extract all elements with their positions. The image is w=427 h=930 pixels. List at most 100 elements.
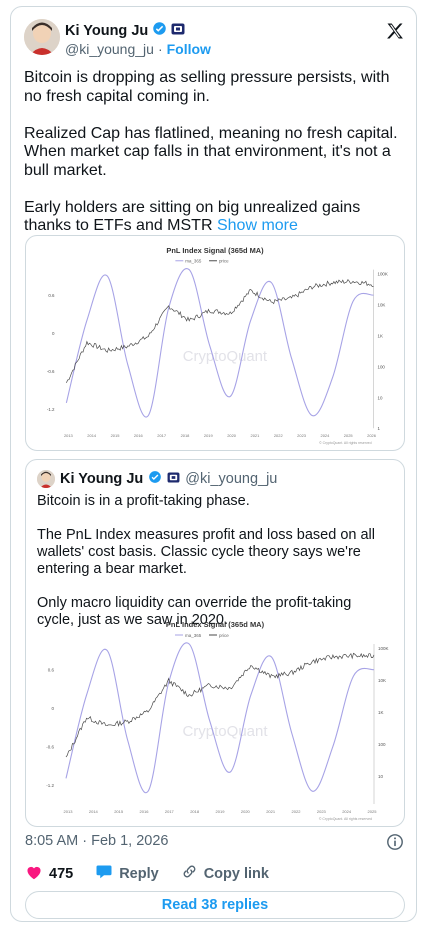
x-tick-label: 2014 [89, 809, 99, 814]
y-left-tick-label: 0 [51, 706, 54, 711]
affiliate-badge-icon [167, 471, 180, 487]
x-tick-label: 2025 [368, 809, 378, 814]
x-tick-label: 2022 [292, 809, 302, 814]
author-name-row: Ki Young Ju [65, 22, 185, 40]
y-left-tick-label: 0 [52, 331, 55, 336]
x-tick-label: 2023 [297, 433, 307, 438]
x-tick-label: 2018 [190, 809, 200, 814]
y-right-tick-label: 1 [377, 426, 380, 431]
tweet-paragraph: Bitcoin is dropping as selling pressure … [24, 69, 390, 105]
y-right-tick-label: 100 [378, 742, 386, 747]
quote-header: Ki Young Ju @ki_young_ju [37, 470, 277, 488]
y-left-tick-label: 0.6 [48, 668, 55, 673]
x-tick-label: 2024 [320, 433, 330, 438]
tweet-paragraph: Early holders are sitting on big unreali… [24, 199, 408, 236]
author-handle-row: @ki_young_ju · Follow [65, 41, 211, 57]
y-right-tick-label: 100K [378, 646, 389, 651]
tweet-card: Ki Young Ju @ki_young_ju · Follow Bitcoi… [10, 6, 417, 922]
x-tick-label: 2017 [157, 433, 166, 438]
y-right-tick-label: 10 [377, 395, 382, 400]
chart-footnote: © CryptoQuant. All rights reserved [319, 817, 372, 821]
author-name[interactable]: Ki Young Ju [65, 23, 148, 39]
pnl-chart-svg: PnL Index Signal (365d MA) ma_365 price 0.6… [47, 246, 388, 445]
y-right-tick-label: 1K [377, 333, 382, 338]
y-right-tick-label: 100K [377, 272, 387, 277]
chart-title: PnL Index Signal (365d MA) [166, 620, 265, 629]
quote-chart-image: PnL Index Signal (365d MA) ma_365 price 0.6… [26, 610, 404, 826]
tweet-paragraph: Realized Cap has flatlined, meaning no f… [24, 124, 398, 179]
x-tick-label: 2018 [181, 433, 191, 438]
avatar[interactable] [24, 19, 60, 55]
author-handle[interactable]: @ki_young_ju [65, 41, 154, 57]
x-tick-label: 2026 [367, 433, 377, 438]
y-right-tick-label: 10K [378, 678, 386, 683]
x-tick-label: 2013 [64, 809, 74, 814]
reply-bubble-icon [95, 863, 113, 884]
watermark: CryptoQuant [182, 723, 268, 740]
y-left-tick-label: -1.2 [47, 407, 55, 412]
pnl-chart-svg: PnL Index Signal (365d MA) ma_365 price 0.6… [46, 620, 389, 821]
x-tick-label: 2016 [140, 809, 150, 814]
x-tick-label: 2024 [342, 809, 352, 814]
quoted-tweet[interactable]: Ki Young Ju @ki_young_ju Bitcoin is in a… [25, 459, 405, 827]
x-tick-label: 2014 [87, 433, 97, 438]
y-right-tick-label: 100 [377, 364, 385, 369]
tweet-timestamp[interactable]: 8:05 AM · Feb 1, 2026 [25, 833, 168, 849]
x-tick-label: 2020 [227, 433, 237, 438]
quote-avatar [37, 470, 55, 488]
quote-paragraph: Bitcoin is in a profit-taking phase. [37, 493, 250, 509]
separator-dot: · [157, 41, 163, 57]
y-right-tick-label: 1K [378, 710, 384, 715]
x-tick-label: 2022 [274, 433, 283, 438]
reply-label: Reply [119, 865, 159, 882]
copy-link-label: Copy link [203, 865, 269, 882]
quote-author-handle: @ki_young_ju [185, 471, 278, 487]
x-tick-label: 2016 [134, 433, 144, 438]
y-left-tick-label: 0.6 [48, 293, 55, 298]
info-icon[interactable] [386, 833, 404, 851]
x-tick-label: 2015 [111, 433, 121, 438]
like-button[interactable]: 475 [25, 864, 73, 884]
y-right-tick-label: 10K [377, 303, 385, 308]
tweet-paragraph-text: Early holders are sitting on big unreali… [24, 198, 361, 235]
tweet-header: Ki Young Ju @ki_young_ju · Follow [24, 17, 405, 61]
chart-image[interactable]: PnL Index Signal (365d MA) ma_365 price 0.6… [25, 235, 405, 451]
copy-link-button[interactable]: Copy link [181, 863, 269, 884]
action-bar: 475 Reply Copy link [25, 863, 291, 884]
x-tick-label: 2019 [204, 433, 214, 438]
x-tick-label: 2021 [266, 809, 276, 814]
legend-label: price [219, 259, 229, 264]
legend-label: price [219, 633, 229, 638]
watermark: CryptoQuant [183, 349, 268, 365]
chart-footnote: © CryptoQuant. All rights reserved [319, 441, 372, 445]
x-tick-label: 2021 [251, 433, 260, 438]
verified-badge-icon [148, 470, 162, 488]
x-tick-label: 2020 [241, 809, 251, 814]
series-ma-365-line [65, 267, 374, 418]
heart-icon [25, 864, 43, 884]
x-logo-icon[interactable] [385, 21, 405, 41]
series-ma-365-line [65, 642, 375, 794]
link-icon [181, 863, 198, 884]
verified-badge-icon [152, 21, 167, 41]
avatar-image [24, 19, 60, 55]
x-tick-label: 2015 [114, 809, 124, 814]
series-price-line [66, 278, 374, 383]
x-tick-label: 2023 [317, 809, 327, 814]
chart-title: PnL Index Signal (365d MA) [166, 246, 264, 255]
x-tick-label: 2013 [64, 433, 74, 438]
quote-paragraph: The PnL Index measures profit and loss b… [37, 527, 375, 577]
like-count: 475 [49, 865, 74, 882]
affiliate-badge-icon[interactable] [171, 22, 185, 40]
series-price-line [65, 652, 375, 758]
y-left-tick-label: -1.2 [46, 783, 54, 788]
tweet-text: Bitcoin is dropping as selling pressure … [24, 69, 408, 254]
reply-button[interactable]: Reply [95, 863, 159, 884]
show-more-link[interactable]: Show more [217, 217, 298, 234]
read-replies-button[interactable]: Read 38 replies [25, 891, 405, 919]
follow-button[interactable]: Follow [167, 41, 211, 57]
x-tick-label: 2025 [344, 433, 354, 438]
x-tick-label: 2019 [216, 809, 226, 814]
y-left-tick-label: -0.6 [46, 744, 54, 749]
legend-label: ma_365 [185, 633, 202, 638]
